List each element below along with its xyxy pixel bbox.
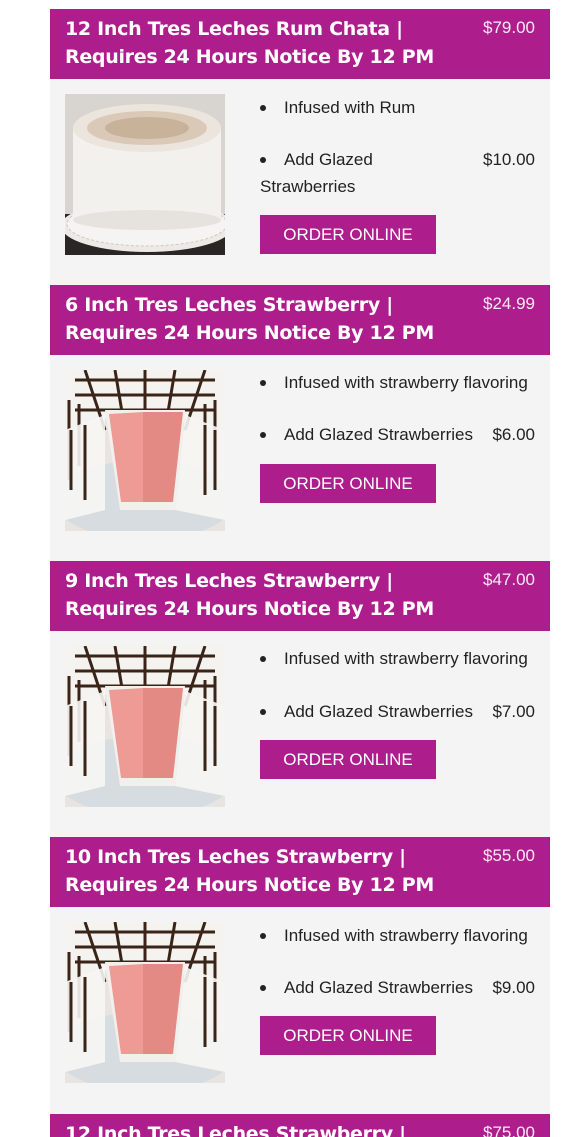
product-body: Infused with strawberry flavoring Add Gl… xyxy=(50,631,550,837)
bullet-icon xyxy=(260,656,266,662)
product-title: 6 Inch Tres Leches Strawberry | Requires… xyxy=(65,294,434,344)
product-body: Infused with Rum Add Glazed Strawberries… xyxy=(50,79,550,285)
product-title: 12 Inch Tres Leches Rum Chata | Requires… xyxy=(65,18,434,68)
bullet-icon xyxy=(260,432,266,438)
bullet-icon xyxy=(260,709,266,715)
bullet-icon xyxy=(260,985,266,991)
product-price: $79.00 xyxy=(483,18,535,37)
feature-item: Infused with strawberry flavoring xyxy=(260,922,535,949)
addon-label: Add Glazed Strawberries xyxy=(260,150,373,196)
product-title: 10 Inch Tres Leches Strawberry | Require… xyxy=(65,846,434,896)
addon-price: $10.00 xyxy=(483,150,535,169)
feature-text: Infused with strawberry flavoring xyxy=(284,373,528,392)
product-price: $24.99 xyxy=(483,294,535,313)
addon-item: Add Glazed Strawberries xyxy=(260,146,390,200)
order-online-button[interactable]: ORDER ONLINE xyxy=(260,464,436,503)
product-card: 12 Inch Tres Leches Strawberry | $75.00 xyxy=(50,1114,550,1137)
product-body: Infused with strawberry flavoring Add Gl… xyxy=(50,907,550,1113)
product-header: 12 Inch Tres Leches Strawberry | $75.00 xyxy=(50,1114,550,1137)
product-image[interactable] xyxy=(65,370,225,531)
product-card: 6 Inch Tres Leches Strawberry | Requires… xyxy=(50,285,550,561)
product-price: $75.00 xyxy=(483,1123,535,1137)
feature-text: Infused with Rum xyxy=(284,98,416,117)
addon-price: $6.00 xyxy=(492,425,535,444)
order-online-button[interactable]: ORDER ONLINE xyxy=(260,1016,436,1055)
feature-text: Infused with strawberry flavoring xyxy=(284,649,528,668)
product-header: 10 Inch Tres Leches Strawberry | Require… xyxy=(50,837,550,907)
addon-price: $9.00 xyxy=(492,978,535,997)
feature-item: Infused with strawberry flavoring xyxy=(260,645,535,672)
product-card: 9 Inch Tres Leches Strawberry | Requires… xyxy=(50,561,550,837)
product-image[interactable] xyxy=(65,646,225,807)
addon-price: $7.00 xyxy=(492,702,535,721)
order-online-button[interactable]: ORDER ONLINE xyxy=(260,740,436,779)
bullet-icon xyxy=(260,157,266,163)
product-header: 6 Inch Tres Leches Strawberry | Requires… xyxy=(50,285,550,355)
bullet-icon xyxy=(260,105,266,111)
bullet-icon xyxy=(260,380,266,386)
product-card: 10 Inch Tres Leches Strawberry | Require… xyxy=(50,837,550,1114)
feature-text: Infused with strawberry flavoring xyxy=(284,926,528,945)
order-online-button[interactable]: ORDER ONLINE xyxy=(260,215,436,254)
product-price: $55.00 xyxy=(483,846,535,865)
product-card: 12 Inch Tres Leches Rum Chata | Requires… xyxy=(50,9,550,285)
product-title: 9 Inch Tres Leches Strawberry | Requires… xyxy=(65,570,434,620)
product-image[interactable] xyxy=(65,94,225,255)
feature-item: Infused with strawberry flavoring xyxy=(260,369,535,396)
product-body: Infused with strawberry flavoring Add Gl… xyxy=(50,355,550,561)
product-title: 12 Inch Tres Leches Strawberry | xyxy=(65,1123,406,1137)
product-header: 9 Inch Tres Leches Strawberry | Requires… xyxy=(50,561,550,631)
product-price: $47.00 xyxy=(483,570,535,589)
product-image[interactable] xyxy=(65,922,225,1083)
bullet-icon xyxy=(260,933,266,939)
feature-item: Infused with Rum xyxy=(260,94,535,121)
product-header: 12 Inch Tres Leches Rum Chata | Requires… xyxy=(50,9,550,79)
